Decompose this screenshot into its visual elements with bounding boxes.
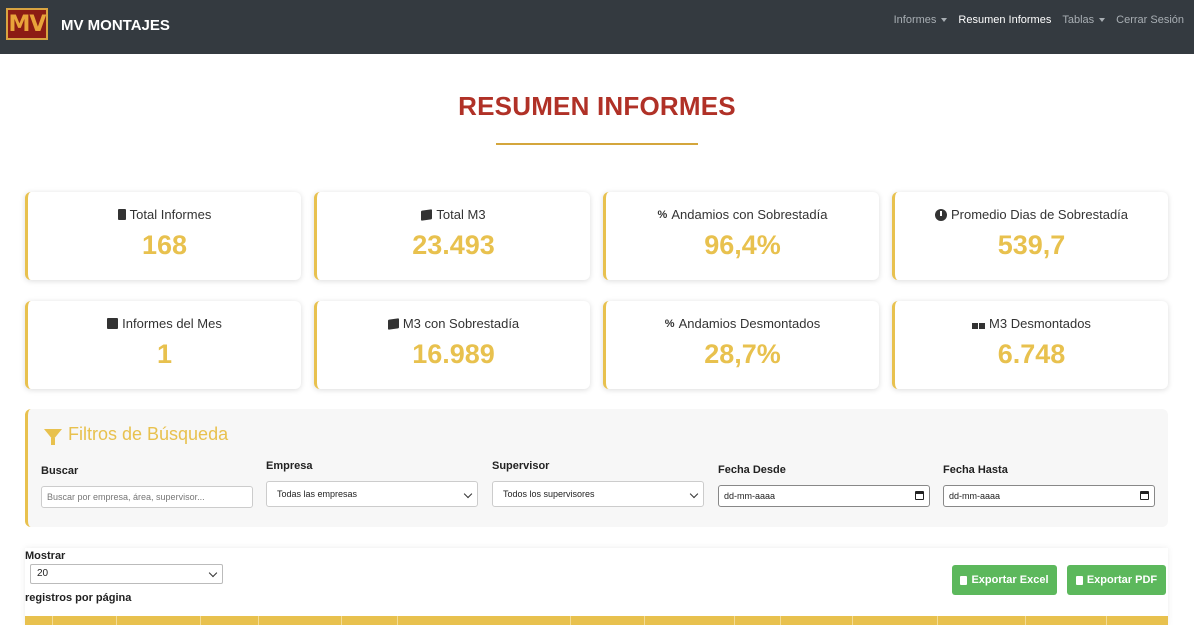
brand-logo[interactable]: MV: [6, 8, 48, 40]
nav-informes[interactable]: Informes: [894, 14, 948, 26]
table-column-divider: [258, 616, 259, 625]
stat-value: 16.989: [412, 339, 495, 369]
supervisor-label: Supervisor: [492, 460, 550, 472]
stat-label: Promedio Dias de Sobrestadía: [950, 207, 1129, 222]
stat-label: Andamios con Sobrestadía: [671, 207, 828, 222]
page-title: RESUMEN INFORMES: [458, 91, 736, 121]
empresa-select[interactable]: Todas las empresas: [266, 481, 478, 507]
stat-card-informes-mes: Informes del Mes 1: [25, 301, 301, 389]
cube-icon: [421, 208, 433, 221]
empresa-label: Empresa: [266, 460, 313, 472]
filter-icon: [44, 429, 62, 445]
table-column-divider: [52, 616, 53, 625]
stat-card-andamios-sobrestadia: % Andamios con Sobrestadía 96,4%: [603, 192, 879, 280]
page-length-value: 20: [37, 568, 49, 579]
table-column-divider: [200, 616, 201, 625]
nav-tablas-label: Tablas: [1062, 14, 1095, 26]
table-column-divider: [341, 616, 342, 625]
chevron-down-icon: [208, 568, 218, 578]
table-column-divider: [1106, 616, 1107, 625]
table-column-divider: [116, 616, 117, 625]
file-excel-icon: [960, 575, 968, 585]
table-column-divider: [397, 616, 398, 625]
navbar: MV MV MONTAJES Informes Resumen Informes…: [0, 0, 1194, 54]
table-column-divider: [1025, 616, 1026, 625]
stat-label: Andamios Desmontados: [678, 316, 821, 331]
nav-resumen-informes[interactable]: Resumen Informes: [958, 14, 1051, 26]
fecha-hasta-label: Fecha Hasta: [943, 464, 1008, 476]
nav-links: Informes Resumen Informes Tablas Cerrar …: [894, 14, 1184, 26]
table-column-divider: [734, 616, 735, 625]
table-column-divider: [780, 616, 781, 625]
nav-informes-label: Informes: [893, 14, 937, 26]
filter-title-text: Filtros de Búsqueda: [68, 424, 229, 444]
calendar-icon: [107, 318, 119, 329]
fecha-hasta-value: dd-mm-aaaa: [949, 491, 1001, 501]
table-column-divider: [852, 616, 853, 625]
page-length-select[interactable]: 20: [30, 564, 223, 584]
per-page-label: registros por página: [25, 592, 132, 604]
stat-card-andamios-desmontados: % Andamios Desmontados 28,7%: [603, 301, 879, 389]
cube-icon: [387, 317, 399, 330]
nav-resumen-label: Resumen Informes: [958, 14, 1052, 26]
clipboard-icon: [117, 209, 126, 220]
export-excel-button[interactable]: Exportar Excel: [952, 565, 1057, 595]
fecha-desde-input[interactable]: dd-mm-aaaa: [718, 485, 930, 507]
title-divider: [496, 143, 698, 145]
table-controls: Mostrar 20 registros por página Exportar…: [25, 548, 1168, 625]
clock-icon: [934, 208, 947, 221]
stat-card-m3-desmontados: M3 Desmontados 6.748: [892, 301, 1168, 389]
percent-icon: %: [664, 317, 675, 330]
stat-label: Total Informes: [129, 207, 212, 222]
empresa-select-value: Todas las empresas: [277, 489, 358, 499]
stat-card-promedio-dias: Promedio Dias de Sobrestadía 539,7: [892, 192, 1168, 280]
nav-tablas[interactable]: Tablas: [1062, 14, 1106, 26]
table-header: [25, 616, 1168, 625]
caret-down-icon: [941, 18, 948, 22]
fecha-desde-label: Fecha Desde: [718, 464, 786, 476]
table-column-divider: [644, 616, 645, 625]
nav-cerrar-label: Cerrar Sesión: [1116, 14, 1184, 26]
stat-card-m3-sobrestadia: M3 con Sobrestadía 16.989: [314, 301, 590, 389]
stat-value: 96,4%: [704, 230, 781, 260]
stat-value: 1: [156, 339, 173, 369]
stat-label: Informes del Mes: [122, 316, 222, 331]
stat-value: 539,7: [997, 230, 1066, 260]
export-pdf-button[interactable]: Exportar PDF: [1067, 565, 1166, 595]
fecha-hasta-input[interactable]: dd-mm-aaaa: [943, 485, 1155, 507]
stat-value: 23.493: [412, 230, 495, 260]
stat-value: 168: [141, 230, 188, 260]
file-pdf-icon: [1075, 575, 1083, 585]
chevron-down-icon: [463, 489, 473, 499]
chevron-down-icon: [689, 489, 699, 499]
filter-panel-title: Filtros de Búsqueda: [44, 424, 228, 445]
supervisor-select-value: Todos los supervisores: [503, 489, 595, 499]
export-excel-label: Exportar Excel: [971, 574, 1049, 586]
fecha-desde-value: dd-mm-aaaa: [724, 491, 776, 501]
stat-value: 6.748: [997, 339, 1066, 369]
search-input[interactable]: Buscar por empresa, área, supervisor...: [41, 486, 253, 508]
supervisor-select[interactable]: Todos los supervisores: [492, 481, 704, 507]
nav-cerrar-sesion[interactable]: Cerrar Sesión: [1116, 14, 1184, 26]
calendar-icon[interactable]: [915, 491, 924, 500]
calendar-icon[interactable]: [1140, 491, 1149, 500]
table-column-divider: [937, 616, 938, 625]
caret-down-icon: [1099, 18, 1106, 22]
export-pdf-label: Exportar PDF: [1086, 574, 1158, 586]
filter-panel: Filtros de Búsqueda Buscar Buscar por em…: [25, 409, 1168, 527]
brand-name[interactable]: MV MONTAJES: [61, 17, 170, 34]
percent-icon: %: [657, 208, 668, 221]
brand-logo-text: MV: [8, 11, 47, 37]
stat-label: Total M3: [436, 207, 486, 222]
table-column-divider: [570, 616, 571, 625]
cubes-icon: [972, 318, 986, 329]
stat-card-total-m3: Total M3 23.493: [314, 192, 590, 280]
search-label: Buscar: [41, 465, 79, 477]
stat-card-total-informes: Total Informes 168: [25, 192, 301, 280]
stat-label: M3 con Sobrestadía: [402, 316, 520, 331]
show-entries-label: Mostrar: [25, 550, 66, 562]
stat-label: M3 Desmontados: [989, 316, 1091, 331]
stat-value: 28,7%: [704, 339, 781, 369]
